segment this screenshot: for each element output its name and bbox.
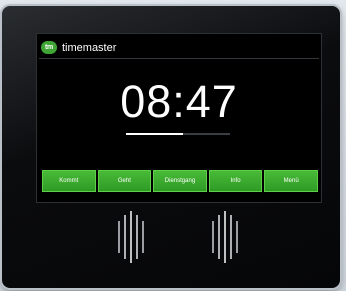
header-divider (39, 58, 319, 59)
brand-header: tm timemaster (41, 41, 116, 54)
rfid-reader-icon (116, 207, 146, 267)
terminal-device: tm timemaster 08:47 Kommt Geht Dienstgan… (2, 6, 340, 288)
brand-logo-text: tm (45, 44, 53, 51)
rfid-reader-icon (210, 207, 240, 267)
brand-logo: tm (41, 41, 57, 54)
menu-button[interactable]: Menü (264, 170, 318, 192)
clock-underline (126, 133, 230, 135)
geht-button[interactable]: Geht (97, 170, 152, 192)
dienstgang-button[interactable]: Dienstgang (153, 170, 207, 192)
clock-underline-fill (126, 133, 184, 135)
stage: tm timemaster 08:47 Kommt Geht Dienstgan… (0, 0, 346, 291)
clock-time: 08:47 (120, 76, 238, 127)
brand-name: timemaster (62, 41, 117, 54)
info-button[interactable]: Info (208, 170, 263, 192)
action-button-bar: Kommt Geht Dienstgang Info Menü (42, 170, 318, 192)
display-screen: tm timemaster 08:47 Kommt Geht Dienstgan… (36, 33, 322, 203)
kommt-button[interactable]: Kommt (42, 170, 96, 192)
